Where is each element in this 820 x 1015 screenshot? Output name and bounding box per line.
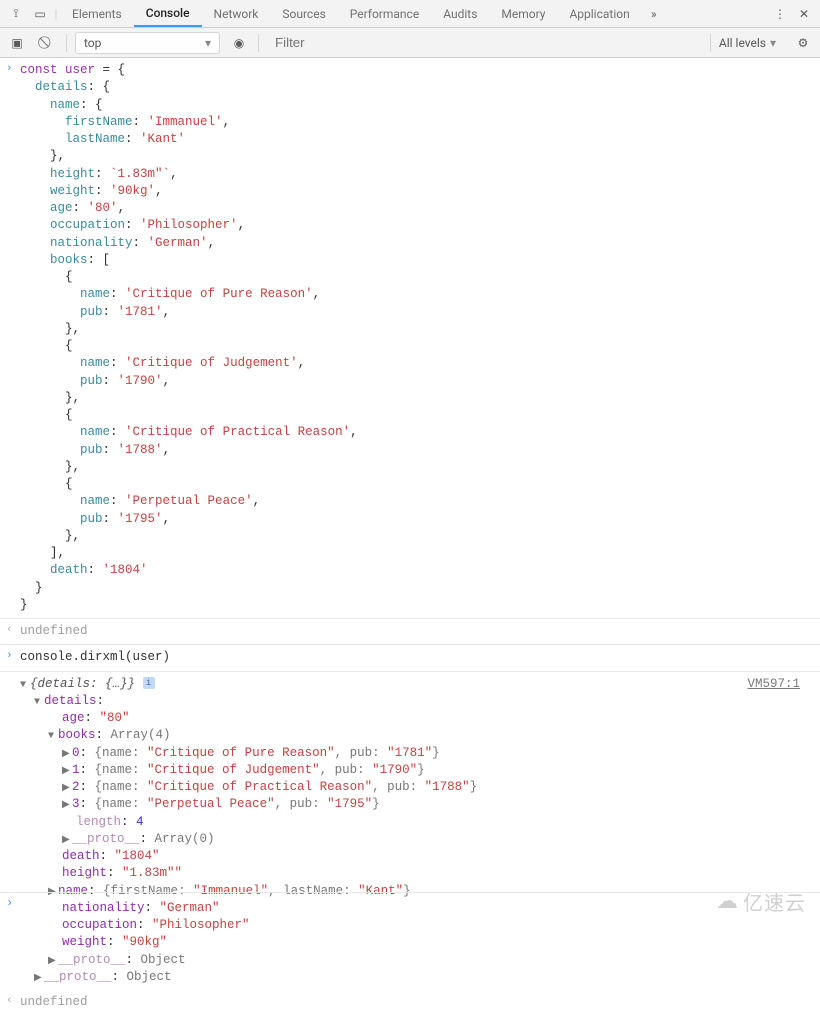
execution-context-selector[interactable]: top ▾ bbox=[75, 32, 220, 54]
source-link[interactable]: VM597:1 bbox=[747, 676, 800, 693]
result-value: undefined bbox=[20, 624, 88, 638]
eye-icon[interactable]: ◉ bbox=[228, 36, 250, 50]
output-marker-icon: ‹ bbox=[6, 994, 13, 1009]
toolbar-separator bbox=[66, 34, 67, 52]
info-badge-icon[interactable]: i bbox=[143, 677, 155, 689]
tab-elements[interactable]: Elements bbox=[60, 0, 134, 27]
settings-icon[interactable]: ⚙ bbox=[792, 36, 814, 50]
tab-audits[interactable]: Audits bbox=[431, 0, 489, 27]
menu-icon[interactable]: ⋮ bbox=[768, 7, 792, 21]
chevron-down-icon: ▾ bbox=[770, 36, 776, 50]
caret-right-icon[interactable]: ▶ bbox=[62, 765, 72, 779]
tab-application[interactable]: Application bbox=[557, 0, 641, 27]
output-marker-icon: ‹ bbox=[6, 623, 13, 638]
input-marker-icon: › bbox=[6, 62, 13, 77]
tab-separator: | bbox=[52, 7, 60, 21]
result-value: undefined bbox=[20, 995, 88, 1009]
caret-right-icon[interactable]: ▶ bbox=[62, 748, 72, 762]
toolbar-separator bbox=[710, 34, 711, 52]
chevron-down-icon: ▾ bbox=[205, 36, 211, 50]
console-input: › console.dirxml(user) bbox=[0, 644, 820, 670]
inspect-icon[interactable]: ⟟ bbox=[4, 6, 28, 21]
tab-memory[interactable]: Memory bbox=[489, 0, 557, 27]
console-toolbar: ▣ ⃠ top ▾ ◉ All levels ▾ ⚙ bbox=[0, 28, 820, 58]
caret-right-icon[interactable]: ▶ bbox=[48, 955, 58, 969]
input-marker-icon: › bbox=[6, 649, 13, 664]
console-prompt[interactable]: › bbox=[0, 892, 820, 914]
filter-input[interactable] bbox=[267, 32, 702, 54]
close-icon[interactable]: ✕ bbox=[792, 7, 816, 21]
input-code: console.dirxml(user) bbox=[20, 650, 170, 664]
console-result: ‹ undefined bbox=[0, 618, 820, 644]
sidebar-toggle-icon[interactable]: ▣ bbox=[6, 36, 28, 50]
caret-down-icon[interactable]: ▼ bbox=[20, 679, 30, 693]
levels-label: All levels bbox=[719, 36, 766, 50]
console-result: ‹ undefined bbox=[0, 990, 820, 1015]
device-icon[interactable]: ▭ bbox=[28, 7, 52, 21]
tab-performance[interactable]: Performance bbox=[338, 0, 431, 27]
tab-sources[interactable]: Sources bbox=[270, 0, 337, 27]
console-input: › const user = { details: { name: { firs… bbox=[0, 58, 820, 618]
caret-right-icon[interactable]: ▶ bbox=[34, 972, 44, 986]
caret-down-icon[interactable]: ▼ bbox=[34, 696, 44, 710]
cloud-icon: ☁ bbox=[716, 889, 739, 914]
caret-right-icon[interactable]: ▶ bbox=[62, 834, 72, 848]
log-levels-selector[interactable]: All levels ▾ bbox=[719, 36, 776, 50]
watermark-text: 亿速云 bbox=[743, 887, 806, 916]
scope-label: top bbox=[84, 36, 101, 50]
toolbar-separator bbox=[258, 34, 259, 52]
caret-right-icon[interactable]: ▶ bbox=[62, 782, 72, 796]
console-body: › const user = { details: { name: { firs… bbox=[0, 58, 820, 1015]
devtools-tabs: ⟟ ▭ | Elements Console Network Sources P… bbox=[0, 0, 820, 28]
watermark: ☁ 亿速云 bbox=[716, 887, 806, 916]
tab-network[interactable]: Network bbox=[202, 0, 271, 27]
caret-right-icon[interactable]: ▶ bbox=[62, 799, 72, 813]
clear-console-icon[interactable]: ⃠ bbox=[36, 35, 58, 50]
more-tabs-icon[interactable]: » bbox=[642, 7, 666, 21]
caret-down-icon[interactable]: ▼ bbox=[48, 730, 58, 744]
tab-console[interactable]: Console bbox=[134, 0, 202, 27]
object-tree[interactable]: VM597:1 ▼{details: {…}} i ▼details: age:… bbox=[0, 671, 820, 991]
